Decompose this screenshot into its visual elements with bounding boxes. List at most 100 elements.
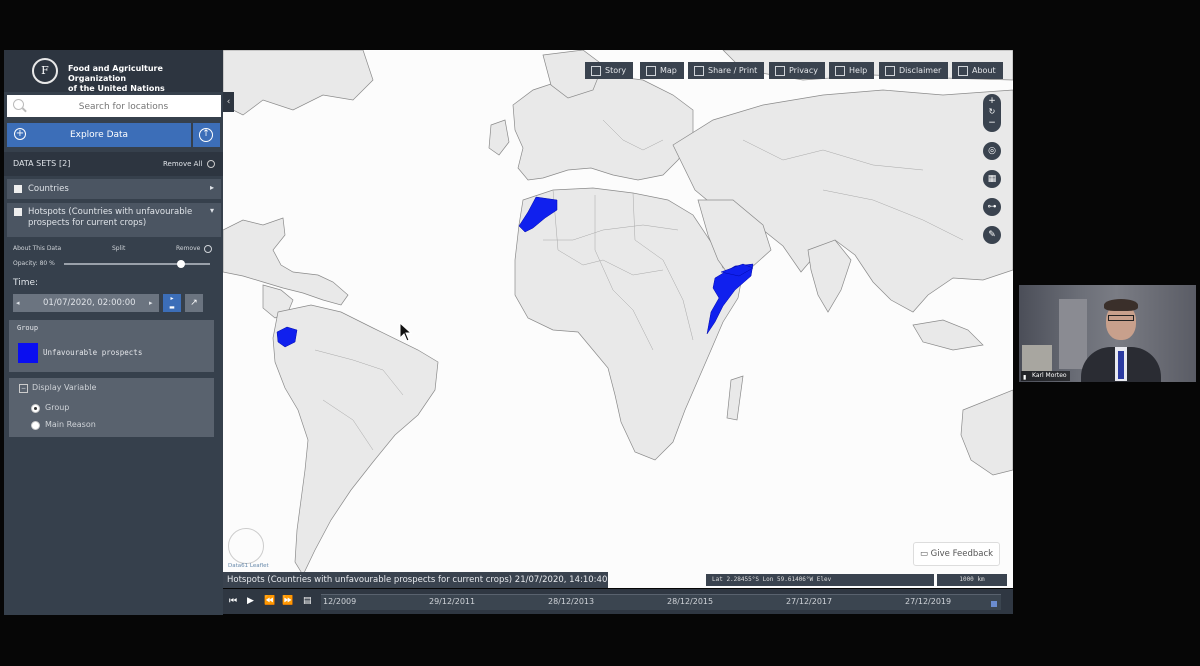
about-button[interactable]: About <box>952 62 1003 79</box>
opacity-slider-handle[interactable] <box>176 260 185 268</box>
legend-swatch <box>18 343 38 363</box>
coordinate-text: Lat 2.28455°S Lon 59.61406°W Elev <box>712 576 832 583</box>
about-label: About <box>972 66 996 75</box>
legend-title: Group <box>17 324 39 332</box>
organization-name: Food and Agriculture Organization of the… <box>68 64 223 94</box>
radio-label-group: Group <box>45 403 70 412</box>
fast-forward-icon[interactable]: ⏩ <box>282 595 293 607</box>
rewind-icon[interactable]: ⏪ <box>264 595 275 607</box>
locate-icon[interactable]: ◎ <box>983 142 1001 160</box>
chevron-down-icon[interactable]: ▾ <box>210 206 214 215</box>
next-time-button[interactable]: ▸ <box>149 294 153 312</box>
about-this-data-link[interactable]: About This Data <box>13 245 61 252</box>
map-label: Map <box>660 66 677 75</box>
feedback-icon: ▭ <box>919 549 931 559</box>
collapse-sidebar-button[interactable]: ‹ <box>223 92 234 112</box>
privacy-button[interactable]: Privacy <box>769 62 825 79</box>
radio-main-reason[interactable] <box>31 421 40 430</box>
chart-icon[interactable]: ↗ <box>185 294 203 312</box>
share-print-button[interactable]: Share / Print <box>688 62 765 79</box>
timeline-tick: 28/12/2013 <box>548 597 595 606</box>
mouse-cursor-icon <box>399 322 413 342</box>
timeline-marker[interactable] <box>991 601 997 607</box>
timeline-track[interactable]: 12/2009 29/12/2011 28/12/2013 28/12/2015… <box>321 594 1001 610</box>
upload-icon: ↑ <box>199 128 213 142</box>
zoom-out-icon[interactable]: − <box>983 118 1001 128</box>
time-selector[interactable]: ◂ 01/07/2020, 02:00:00 ▸ <box>13 294 159 312</box>
story-button[interactable]: Story <box>585 62 634 79</box>
timeline-play-button[interactable]: ▸ ▬ <box>163 294 181 312</box>
video-shelf <box>1022 345 1052 371</box>
land-europe <box>512 74 694 181</box>
zoom-in-icon[interactable]: + <box>983 96 1001 106</box>
share-icon <box>694 66 704 76</box>
coordinate-readout: Lat 2.28455°S Lon 59.61406°W Elev <box>706 574 934 586</box>
land-se-asia <box>912 319 984 351</box>
zoom-control[interactable]: + ↻ − <box>983 94 1001 132</box>
search-box[interactable] <box>7 95 221 117</box>
layers-icon[interactable]: ▦ <box>983 170 1001 188</box>
brand-header: F Food and Agriculture Organization of t… <box>4 50 223 94</box>
legend-panel: Group Unfavourable prospects <box>9 320 214 372</box>
radio-group[interactable] <box>31 404 40 413</box>
land-india <box>807 239 852 313</box>
timeline-tick: 28/12/2015 <box>667 597 714 606</box>
world-map[interactable] <box>223 50 1013 588</box>
info-icon <box>207 160 215 168</box>
timeline-bar: ⏮ ▶ ⏪ ⏩ ▤ 12/2009 29/12/2011 28/12/2013 … <box>223 589 1013 614</box>
remove-icon <box>204 245 212 253</box>
pencil-icon[interactable]: ✎ <box>983 226 1001 244</box>
org-name-line1: Food and Agriculture Organization <box>68 64 163 83</box>
dataset-label: Hotspots (Countries with unfavourable pr… <box>28 207 193 228</box>
explore-data-button[interactable]: + Explore Data <box>7 123 191 147</box>
calendar-icon[interactable]: ▤ <box>303 595 312 607</box>
give-feedback-button[interactable]: ▭ Give Feedback <box>913 542 1000 566</box>
speaker-hair <box>1104 299 1138 311</box>
share-label: Share / Print <box>708 66 758 75</box>
speaker-tie <box>1118 351 1124 379</box>
land-north-america <box>223 217 349 306</box>
timeline-tick: 27/12/2017 <box>786 597 833 606</box>
dataset-item-countries[interactable]: Countries ▸ <box>7 179 221 199</box>
fao-logo-icon: F <box>32 58 58 84</box>
map-attribution[interactable]: Data61 Leaflet <box>228 563 269 569</box>
skip-back-icon[interactable]: ⏮ <box>229 595 237 607</box>
play-icon[interactable]: ▶ <box>247 595 254 607</box>
signal-bars-icon: ▮ <box>1023 374 1027 381</box>
map-icon <box>646 66 656 76</box>
split-button[interactable]: Split <box>112 245 125 252</box>
map-view[interactable]: Story Map Share / Print Privacy Help Dis… <box>223 50 1013 588</box>
story-icon <box>591 66 601 76</box>
help-button[interactable]: Help <box>829 62 875 79</box>
plus-circle-icon: + <box>14 128 26 140</box>
collapse-icon[interactable]: − <box>19 384 28 393</box>
radio-label-main-reason: Main Reason <box>45 420 96 429</box>
datasets-header: DATA SETS [2] Remove All <box>4 152 223 176</box>
chevron-right-icon[interactable]: ▸ <box>210 183 214 192</box>
search-input[interactable] <box>29 97 218 116</box>
refresh-icon[interactable]: ↻ <box>983 107 1001 116</box>
dataset-checkbox[interactable] <box>14 208 22 216</box>
external-link-icon <box>835 66 845 76</box>
measure-icon[interactable]: ⊶ <box>983 198 1001 216</box>
opacity-slider[interactable] <box>64 260 210 268</box>
dataset-item-hotspots[interactable]: Hotspots (Countries with unfavourable pr… <box>7 203 221 237</box>
disclaimer-button[interactable]: Disclaimer <box>879 62 949 79</box>
dataset-label: Countries <box>28 184 69 194</box>
disclaimer-icon <box>885 66 895 76</box>
upload-button[interactable]: ↑ <box>193 123 220 147</box>
watermark-logo-icon <box>228 528 264 564</box>
land-uk <box>488 119 510 156</box>
dataset-checkbox[interactable] <box>14 185 22 193</box>
legend-item-label: Unfavourable prospects <box>43 348 143 357</box>
prev-time-button[interactable]: ◂ <box>16 294 20 312</box>
map-button[interactable]: Map <box>640 62 684 79</box>
participant-name: Karl Morteo <box>1032 372 1067 379</box>
external-link-icon <box>958 66 968 76</box>
remove-dataset-button[interactable]: Remove <box>176 245 200 252</box>
land-madagascar <box>726 375 744 421</box>
story-label: Story <box>605 66 627 75</box>
timeline-tick: 29/12/2011 <box>429 597 476 606</box>
speaker-glasses <box>1108 315 1134 321</box>
remove-all-button[interactable]: Remove All <box>163 152 202 176</box>
